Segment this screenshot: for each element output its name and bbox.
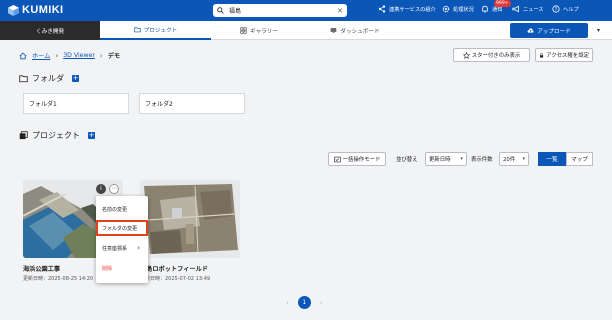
checklist-icon — [334, 156, 341, 162]
access-settings-button[interactable]: アクセス権を設定 — [535, 48, 593, 62]
menu-item-label: 任意座標系 — [102, 245, 128, 252]
grid-icon — [240, 27, 247, 34]
chevron-down-icon: ▾ — [460, 156, 463, 162]
menu-item-delete[interactable]: 削除 — [96, 260, 148, 276]
project-updated-at: 更新日時：2025-07-02 13:49 — [140, 276, 211, 282]
prev-page-button[interactable]: ‹ — [286, 299, 289, 307]
chevron-down-icon: ▾ — [522, 156, 525, 162]
bulk-mode-button[interactable]: 一括操作モード — [328, 152, 386, 166]
menu-item-rename[interactable]: 名前の変更 — [96, 201, 148, 217]
menu-item-change-folder[interactable]: フォルダの変更 — [96, 220, 148, 236]
gear-icon — [442, 5, 450, 13]
upload-button[interactable]: アップロード — [510, 23, 588, 38]
breadcrumb: ホーム › 3D Viewer › デモ — [19, 51, 120, 60]
megaphone-icon — [512, 5, 519, 13]
folder-name: フォルダ2 — [145, 101, 173, 108]
kumiki-logo-icon — [8, 4, 19, 16]
search-value: 福島 — [229, 8, 242, 15]
count-label: 表示件数 — [471, 157, 493, 163]
tab-gallery[interactable]: ギャラリー — [211, 21, 307, 40]
info-icon[interactable]: i — [96, 184, 106, 194]
processing-status-label: 処理状況 — [453, 6, 474, 13]
project-card[interactable]: 福島ロボットフィールド 更新日時：2025-07-02 13:49 — [140, 180, 240, 282]
upload-label: アップロード — [537, 28, 571, 35]
breadcrumb-home[interactable]: ホーム — [32, 51, 50, 60]
sort-select[interactable]: 更新日時 ▾ — [425, 152, 467, 166]
count-select[interactable]: 20件 ▾ — [499, 152, 529, 166]
current-project-name[interactable]: くみき開発 — [0, 21, 100, 40]
folder-icon — [19, 75, 28, 83]
bell-icon — [482, 5, 488, 13]
add-folder-button[interactable]: + — [72, 75, 79, 82]
map-view-button[interactable]: マップ — [566, 152, 593, 166]
page-number-current[interactable]: 1 — [297, 296, 311, 309]
search-clear-button[interactable]: ✕ — [337, 7, 343, 15]
help-label: ヘルプ — [563, 6, 579, 13]
more-options-icon[interactable]: ⋯ — [109, 184, 119, 194]
folder-name: フォルダ1 — [29, 101, 57, 108]
folder-card[interactable]: フォルダ2 — [139, 93, 245, 114]
linked-services-label: 連携サービスの紹介 — [389, 6, 436, 13]
top-header: KUMIKI 福島 ✕ 連携サービスの紹介 処理状況 通知 999+ ニュース … — [0, 0, 612, 21]
sort-label: 並び替え — [396, 157, 418, 163]
tab-projects-label: プロジェクト — [143, 27, 178, 34]
tab-dashboard[interactable]: ダッシュボード — [307, 21, 403, 40]
starred-only-label: スター付きのみ表示 — [471, 53, 521, 59]
next-page-button[interactable]: › — [320, 299, 323, 307]
share-icon — [378, 5, 386, 13]
monitor-icon — [331, 28, 337, 33]
news-label: ニュース — [523, 6, 544, 13]
search-icon — [217, 7, 224, 14]
upload-dropdown-caret[interactable]: ▾ — [591, 23, 606, 38]
home-icon — [19, 52, 27, 59]
project-thumbnail[interactable] — [140, 180, 240, 258]
access-settings-label: アクセス権を設定 — [546, 53, 589, 59]
sort-value: 更新日時 — [429, 157, 451, 163]
folders-heading: フォルダ + — [19, 73, 79, 84]
tab-gallery-label: ギャラリー — [250, 28, 278, 35]
processing-status-link[interactable]: 処理状況 — [442, 5, 474, 13]
folder-card[interactable]: フォルダ1 — [23, 93, 129, 114]
tab-dashboard-label: ダッシュボード — [340, 28, 380, 35]
pagination: ‹ 1 › — [286, 296, 323, 309]
add-project-button[interactable]: + — [88, 132, 95, 139]
aerial-photo-image — [140, 180, 240, 258]
breadcrumb-separator: › — [99, 51, 103, 60]
star-icon — [462, 51, 470, 59]
starred-only-button[interactable]: スター付きのみ表示 — [453, 48, 530, 62]
project-context-menu: 名前の変更 フォルダの変更 任意座標系 › 削除 — [96, 196, 148, 283]
lock-icon — [540, 52, 544, 58]
help-link[interactable]: ? ヘルプ — [552, 5, 579, 13]
card-icon-group: i ⋯ — [96, 184, 119, 194]
bulk-mode-label: 一括操作モード — [342, 157, 381, 163]
menu-item-coordinate-system[interactable]: 任意座標系 › — [96, 240, 148, 256]
breadcrumb-3d-viewer[interactable]: 3D Viewer — [63, 52, 95, 59]
logo-text: KUMIKI — [22, 4, 64, 16]
notifications-badge: 999+ — [494, 0, 511, 7]
list-view-button[interactable]: 一覧 — [538, 152, 566, 166]
breadcrumb-current: デモ — [107, 53, 121, 60]
linked-services-link[interactable]: 連携サービスの紹介 — [378, 5, 436, 13]
folder-icon — [134, 27, 141, 33]
folders-heading-text: フォルダ — [32, 74, 64, 83]
tab-projects[interactable]: プロジェクト — [100, 21, 211, 40]
projects-heading: プロジェクト + — [19, 130, 95, 141]
help-icon: ? — [552, 5, 560, 13]
kumiki-logo[interactable]: KUMIKI — [8, 4, 64, 16]
count-value: 20件 — [503, 157, 516, 163]
project-title: 福島ロボットフィールド — [140, 266, 208, 273]
cloud-upload-icon — [527, 28, 534, 33]
chevron-right-icon: › — [137, 244, 140, 252]
search-input[interactable]: 福島 ✕ — [213, 4, 347, 17]
news-link[interactable]: ニュース — [512, 5, 544, 13]
tab-row: くみき開発 プロジェクト ギャラリー ダッシュボード アップロード ▾ — [0, 21, 612, 40]
projects-heading-text: プロジェクト — [32, 131, 80, 140]
layers-icon — [19, 131, 28, 140]
breadcrumb-separator: › — [55, 51, 59, 60]
